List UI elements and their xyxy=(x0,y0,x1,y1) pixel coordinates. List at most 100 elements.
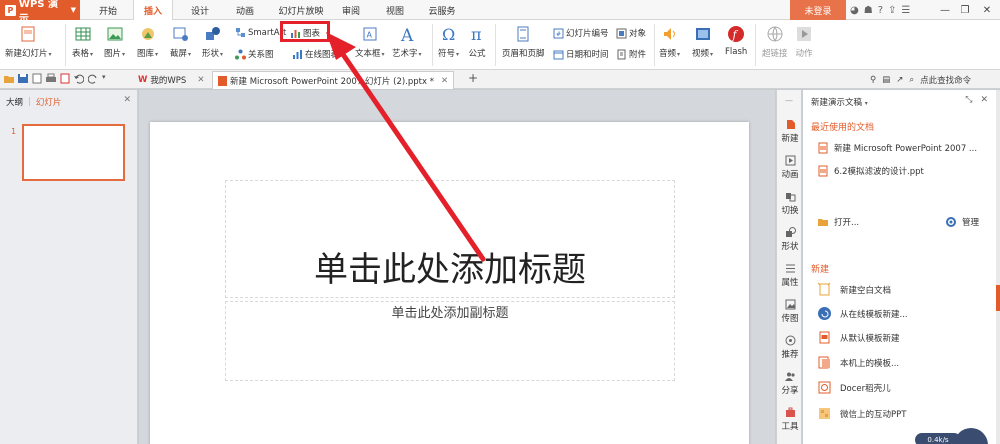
tab-review[interactable]: 审阅 xyxy=(336,0,366,20)
close-tab-icon[interactable]: ✕ xyxy=(197,75,204,85)
title-placeholder[interactable]: 单击此处添加标题 xyxy=(225,180,675,298)
pin-icon[interactable]: ⚲ xyxy=(870,75,876,85)
menu-icon[interactable]: ☰ xyxy=(901,5,910,16)
new-slide-icon xyxy=(21,26,35,42)
wechat-interactive-ppt[interactable]: 微信上的互动PPT xyxy=(817,406,906,421)
object-button[interactable]: 对象 xyxy=(616,27,646,39)
expand-pane-handle[interactable] xyxy=(996,285,1000,311)
tab-insert[interactable]: 插入 xyxy=(133,0,173,21)
hyperlink-button[interactable]: 超链接 xyxy=(762,25,788,59)
side-tools[interactable]: 工具 xyxy=(777,407,803,432)
table-label: 表格 xyxy=(72,49,90,59)
tab-design[interactable]: 设计 xyxy=(183,0,217,20)
tab-my-wps[interactable]: W 我的WPS ✕ xyxy=(133,71,209,89)
header-footer-icon xyxy=(517,26,529,42)
smartart-button[interactable]: SmartArt xyxy=(235,27,286,38)
side-animation[interactable]: 动画 xyxy=(777,155,803,180)
action-button[interactable]: 动作 xyxy=(795,25,813,59)
close-icon[interactable]: ✕ xyxy=(977,0,997,20)
local-template[interactable]: 本机上的模板... xyxy=(817,355,899,370)
shape-button[interactable]: 形状▾ xyxy=(202,25,223,59)
header-footer-button[interactable]: 页眉和页脚 xyxy=(502,25,545,59)
tab-slideshow[interactable]: 幻灯片放映 xyxy=(270,0,332,20)
side-shape[interactable]: 形状 xyxy=(777,227,803,252)
undo-icon[interactable] xyxy=(74,73,84,84)
open-folder-icon[interactable] xyxy=(4,73,14,84)
formula-button[interactable]: π 公式 xyxy=(468,25,486,59)
tab-home[interactable]: 开始 xyxy=(92,0,124,20)
float-pane-icon[interactable]: ⤡ xyxy=(965,95,972,105)
tab-current-doc[interactable]: 新建 Microsoft PowerPoint 2007 幻灯片 (2).ppt… xyxy=(212,71,455,89)
side-recommend[interactable]: 推荐 xyxy=(777,335,803,360)
side-upload-image[interactable]: 传图 xyxy=(777,299,803,324)
textbox-button[interactable]: A 文本框▾ xyxy=(355,25,385,59)
online-template-icon xyxy=(818,307,831,320)
action-label: 动作 xyxy=(795,49,813,59)
side-transition[interactable]: 切换 xyxy=(777,191,803,216)
slide-number-button[interactable]: # 幻灯片编号 xyxy=(553,27,609,39)
new-from-online-template[interactable]: 从在线模板新建... xyxy=(817,306,908,321)
new-from-default-template[interactable]: 从默认模板新建 xyxy=(817,330,900,345)
symbol-button[interactable]: Ω 符号▾ xyxy=(438,25,459,59)
redo-icon[interactable] xyxy=(88,73,98,84)
screenshot-button[interactable]: 截屏▾ xyxy=(170,25,191,59)
subtitle-placeholder[interactable]: 单击此处添加副标题 xyxy=(225,301,675,381)
gallery-button[interactable]: 图库▾ xyxy=(137,25,158,59)
find-command-input[interactable]: 点此查找命令 xyxy=(920,74,971,86)
shirt-icon[interactable]: ☗ xyxy=(864,5,873,16)
side-properties[interactable]: 属性 xyxy=(777,263,803,288)
save-icon[interactable] xyxy=(18,73,28,84)
open-file-label: 打开... xyxy=(834,218,860,228)
speaker-icon xyxy=(663,28,675,40)
wordart-button[interactable]: A 艺术字▾ xyxy=(392,25,422,59)
flash-button[interactable]: f Flash xyxy=(725,25,747,57)
tab-slides[interactable]: 幻灯片 xyxy=(36,96,62,108)
doc-icon[interactable]: ▤ xyxy=(882,75,890,85)
task-pane-header[interactable]: 新建演示文稿 ▾ xyxy=(811,96,868,108)
share-icon[interactable]: ↗ xyxy=(896,75,903,85)
export-pdf-icon[interactable] xyxy=(60,73,70,84)
side-share[interactable]: 分享 xyxy=(777,371,803,396)
minimize-icon[interactable]: — xyxy=(935,0,955,20)
table-button[interactable]: 表格▾ xyxy=(72,25,93,59)
tab-cloud[interactable]: 云服务 xyxy=(422,0,462,20)
close-tab-icon[interactable]: ✕ xyxy=(441,76,448,86)
side-new[interactable]: 新建 xyxy=(777,119,803,144)
app-menu-button[interactable]: P WPS 演示 ▼ xyxy=(0,0,80,25)
attachment-button[interactable]: 附件 xyxy=(616,48,646,60)
upload-icon[interactable]: ⇪ xyxy=(888,5,896,16)
video-button[interactable]: 视频▾ xyxy=(692,25,713,59)
relation-chart-button[interactable]: 关系图 xyxy=(235,48,274,60)
search-icon[interactable]: ⌕ xyxy=(909,75,914,85)
new-blank-doc[interactable]: 新建空白文档 xyxy=(817,282,891,297)
slide-thumbnail[interactable] xyxy=(22,124,125,181)
close-pane-icon[interactable]: ✕ xyxy=(980,95,988,105)
collapse-icon[interactable]: — xyxy=(785,96,793,105)
docer-link[interactable]: Docer稻壳儿 xyxy=(817,380,891,395)
svg-text:#: # xyxy=(556,31,561,38)
online-chart-button[interactable]: 在线图表 xyxy=(292,48,339,60)
slides-pane-tabs: 大纲 | 幻灯片 xyxy=(6,96,62,108)
picture-button[interactable]: 图片▾ xyxy=(104,25,125,59)
date-time-button[interactable]: 日期和时间 xyxy=(553,48,609,60)
side-shape-label: 形状 xyxy=(781,242,799,252)
tab-outline[interactable]: 大纲 xyxy=(6,96,23,108)
manage-link[interactable]: 管理 xyxy=(945,216,979,228)
recent-doc-item[interactable]: 新建 Microsoft PowerPoint 2007 ... xyxy=(817,142,977,154)
audio-button[interactable]: 音频▾ xyxy=(659,25,680,59)
login-button[interactable]: 未登录 xyxy=(790,0,846,20)
print-icon[interactable] xyxy=(46,73,56,84)
tab-animation[interactable]: 动画 xyxy=(228,0,262,20)
tab-view[interactable]: 视图 xyxy=(378,0,412,20)
print-preview-icon[interactable] xyxy=(32,73,42,84)
qat-dropdown-icon[interactable]: ▾ xyxy=(102,73,108,84)
help-icon[interactable]: ? xyxy=(878,5,883,16)
close-pane-icon[interactable]: ✕ xyxy=(123,95,131,105)
restore-icon[interactable]: ❐ xyxy=(955,0,975,20)
new-tab-plus-icon[interactable]: + xyxy=(468,71,478,85)
ppt-file-icon xyxy=(818,142,828,154)
open-file-link[interactable]: 打开... xyxy=(817,216,859,228)
recent-doc-item[interactable]: 6.2模拟滤波的设计.ppt xyxy=(817,165,924,177)
new-slide-button[interactable]: 新建幻灯片▾ xyxy=(5,25,52,59)
skin-icon[interactable]: ◕ xyxy=(850,5,859,16)
